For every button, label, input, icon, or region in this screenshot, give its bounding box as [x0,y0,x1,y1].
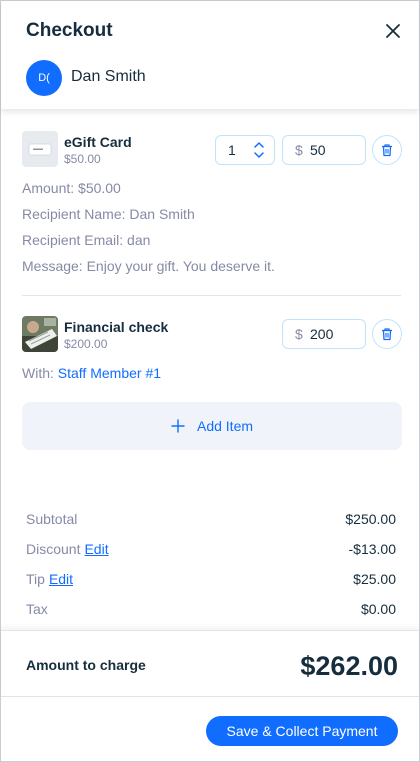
gift-card-icon [28,143,52,156]
trash-icon [382,328,392,341]
quantity-stepper[interactable]: 1 [215,135,275,165]
tip-value: $25.00 [353,571,396,587]
delete-item-button[interactable] [372,135,402,165]
avatar[interactable]: D( [26,60,62,96]
tip-label: Tip [26,571,45,587]
financial-check-thumbnail [22,316,58,352]
item-name: eGift Card [64,134,132,150]
plus-icon [171,419,185,433]
gift-card-thumbnail [22,131,58,167]
price-input[interactable]: $ 200 [282,319,366,349]
tip-row: Tip Edit [26,571,73,587]
page-title: Checkout [26,20,113,41]
staff-member-link[interactable]: Staff Member #1 [58,365,161,381]
item-divider [22,295,401,296]
recipient-name: Recipient Name: Dan Smith [22,206,195,222]
trash-icon [382,144,392,157]
delete-item-button[interactable] [372,319,402,349]
checkout-panel: Checkout D( Dan Smith eGift Card $50.00 … [0,0,420,762]
subtotal-value: $250.00 [345,511,396,527]
add-item-label: Add Item [196,418,254,434]
price-value: 200 [310,326,334,342]
total-bar: Amount to charge $262.00 [1,630,419,697]
discount-row: Discount Edit [26,541,109,557]
avatar-initials: D( [38,72,50,84]
with-label: With: [22,365,54,381]
save-collect-payment-label: Save & Collect Payment [226,723,378,739]
tax-value: $0.00 [360,601,396,617]
add-item-button[interactable]: Add Item [22,402,402,450]
save-collect-payment-button[interactable]: Save & Collect Payment [206,716,398,746]
recipient-email: Recipient Email: dan [22,232,151,248]
discount-label: Discount [26,541,81,557]
item-unit-price: $50.00 [64,152,101,166]
subtotal-label: Subtotal [26,511,78,527]
edit-discount-link[interactable]: Edit [84,541,108,557]
gift-amount: Amount: $50.00 [22,180,121,196]
staff-assignment: With: Staff Member #1 [22,365,161,381]
amount-to-charge-value: $262.00 [300,651,398,681]
price-value: 50 [310,142,326,158]
currency-symbol: $ [295,142,303,158]
stepper-arrows-icon[interactable] [250,139,268,161]
item-unit-price: $200.00 [64,337,108,351]
close-button[interactable] [382,20,404,42]
currency-symbol: $ [295,326,303,342]
quantity-value: 1 [228,142,236,158]
edit-tip-link[interactable]: Edit [49,571,73,587]
discount-value: -$13.00 [348,541,396,557]
item-name: Financial check [64,319,169,335]
tax-label: Tax [26,601,48,617]
financial-check-image [22,316,58,352]
gift-message: Message: Enjoy your gift. You deserve it… [22,258,275,274]
customer-name[interactable]: Dan Smith [71,68,146,86]
checkout-header: Checkout D( Dan Smith [1,1,419,109]
amount-to-charge-label: Amount to charge [26,657,146,673]
price-input[interactable]: $ 50 [282,135,366,165]
close-icon [386,24,400,38]
